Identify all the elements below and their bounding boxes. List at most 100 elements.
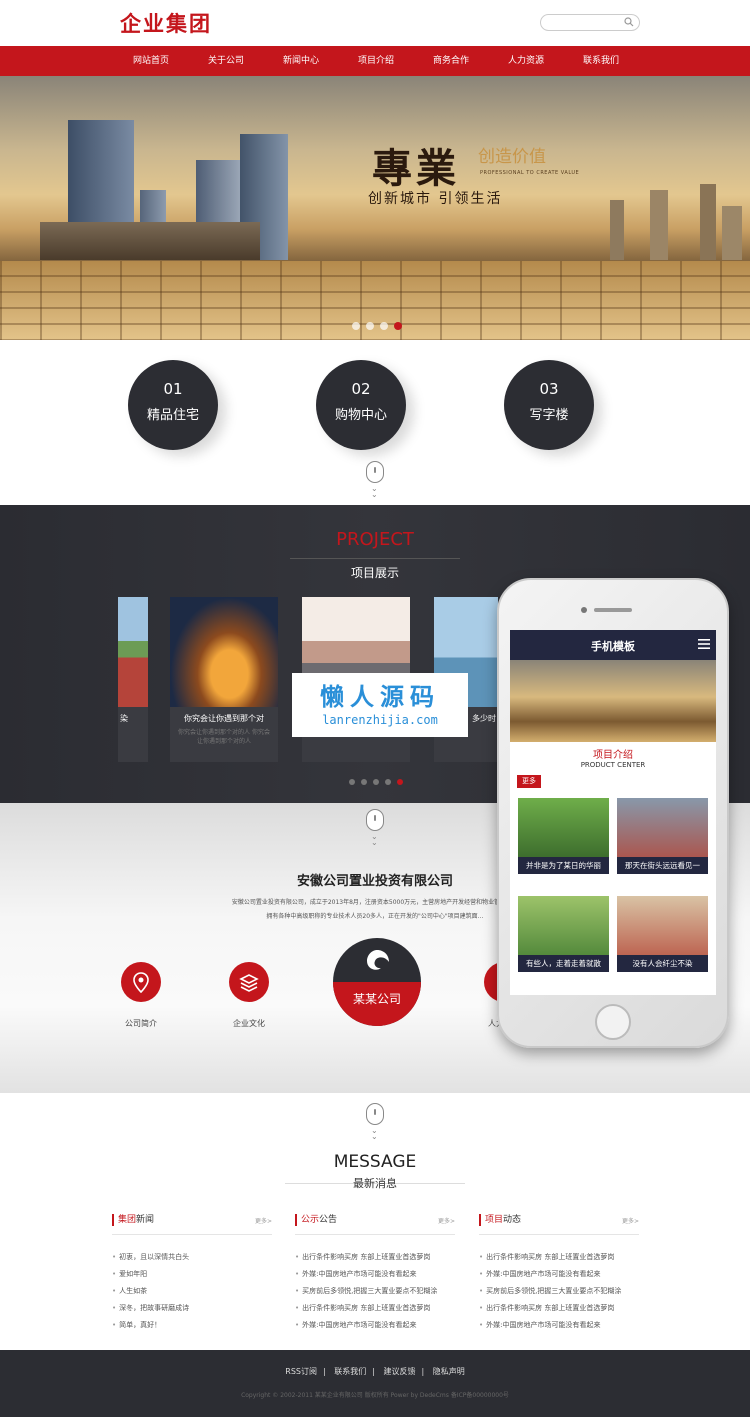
phone-section-subtitle: PRODUCT CENTER xyxy=(580,761,646,769)
phone-section-title: 项目介绍 xyxy=(593,750,633,761)
footer-link-contact[interactable]: 联系我们 xyxy=(334,1367,366,1376)
project-card-title: 染 xyxy=(120,714,128,723)
more-link[interactable]: 更多> xyxy=(255,1216,272,1225)
phone-mockup: 手机模板 项目介绍 PRODUCT CENTER 更多 并非是为了某日的华丽 那… xyxy=(497,578,729,1048)
column-heading-rest: 公告 xyxy=(319,1215,338,1225)
feature-office[interactable]: 03 写字楼 xyxy=(504,360,594,450)
slider-dot-active[interactable] xyxy=(394,322,402,330)
message-title-cn: 最新消息 xyxy=(353,1177,397,1190)
list-item[interactable]: 出行条件影响买房 东部上班置业首选萝岗 xyxy=(479,1249,639,1266)
list-item[interactable]: 人生如茶 xyxy=(112,1283,272,1300)
footer-link-feedback[interactable]: 建议反馈 xyxy=(383,1367,415,1376)
tile-caption: 那天在街头远远看见一 xyxy=(617,857,708,874)
banner-slogan-en: PROFESSIONAL TO CREATE VALUE xyxy=(480,170,580,176)
carousel-dot[interactable] xyxy=(373,779,379,785)
more-link[interactable]: 更多> xyxy=(438,1216,455,1225)
phone-project-tile[interactable]: 有些人，走着走着就散 xyxy=(518,896,609,972)
nav-item-home[interactable]: 网站首页 xyxy=(121,46,181,76)
banner-building-image xyxy=(650,190,668,260)
feature-number: 03 xyxy=(539,380,559,398)
phone-camera xyxy=(581,607,587,613)
divider xyxy=(112,1234,272,1235)
phone-home-button[interactable] xyxy=(595,1004,631,1040)
carousel-dot[interactable] xyxy=(385,779,391,785)
feature-label: 购物中心 xyxy=(334,408,387,423)
location-pin-icon[interactable] xyxy=(121,962,161,1002)
nav-item-projects[interactable]: 项目介绍 xyxy=(346,46,406,76)
slider-dot[interactable] xyxy=(366,322,374,330)
list-item[interactable]: 初衷，且以深情共白头 xyxy=(112,1249,272,1266)
message-title-en: MESSAGE xyxy=(333,1152,417,1172)
swirl-logo-icon xyxy=(367,950,389,970)
scroll-mouse-icon[interactable] xyxy=(366,809,384,831)
feature-residential[interactable]: 01 精品住宅 xyxy=(128,360,218,450)
nav-item-about[interactable]: 关于公司 xyxy=(196,46,256,76)
about-text: 安徽公司置业投资有限公司，成立于2013年8月，注册资本5000万元，主营房地产… xyxy=(231,899,519,920)
company-emblem[interactable]: 某某公司 xyxy=(333,938,421,1026)
footer-link-privacy[interactable]: 隐私声明 xyxy=(433,1367,465,1376)
news-column-group: 集团新闻 更多> 初衷，且以深情共白头 爱如年阳 人生如茶 深冬，把故事研磨成诗… xyxy=(112,1214,272,1334)
nav-item-business[interactable]: 商务合作 xyxy=(421,46,481,76)
list-item[interactable]: 出行条件影响买房 东部上班置业首选萝岗 xyxy=(295,1249,455,1266)
list-item[interactable]: 出行条件影响买房 东部上班置业首选萝岗 xyxy=(295,1300,455,1317)
menu-icon[interactable] xyxy=(698,638,710,650)
list-item[interactable]: 爱如年阳 xyxy=(112,1266,272,1283)
search-input[interactable] xyxy=(540,14,640,31)
column-heading: 集团新闻 xyxy=(112,1214,272,1226)
project-card[interactable]: 染 xyxy=(118,597,148,762)
notice-list: 出行条件影响买房 东部上班置业首选萝岗 外媒:中国房地产市场可能没有看起来 买房… xyxy=(295,1249,455,1334)
phone-banner-image xyxy=(510,660,716,742)
feature-label: 精品住宅 xyxy=(146,408,199,423)
company-name: 某某公司 xyxy=(352,992,401,1006)
list-item[interactable]: 简单，真好！ xyxy=(112,1317,272,1334)
list-item[interactable]: 深冬，把故事研磨成诗 xyxy=(112,1300,272,1317)
project-card[interactable]: 你究会让你遇到那个对 你究会让你遇到那个对的人 你究会让你遇到那个对的人 xyxy=(170,597,278,762)
watermark-url: lanrenzhijia.com xyxy=(322,713,438,727)
layers-icon[interactable] xyxy=(229,962,269,1002)
scroll-mouse-icon[interactable] xyxy=(366,1103,384,1125)
list-item[interactable]: 外媒:中国房地产市场可能没有看起来 xyxy=(295,1317,455,1334)
nav-item-contact[interactable]: 联系我们 xyxy=(571,46,631,76)
phone-project-tile[interactable]: 那天在街头远远看见一 xyxy=(617,798,708,874)
footer-links: RSS订阅 | 联系我们 | 建议反馈 | 隐私声明 xyxy=(285,1367,465,1376)
chevron-down-icon: ⌄ ⌄ xyxy=(371,832,378,847)
list-item[interactable]: 外媒:中国房地产市场可能没有看起来 xyxy=(479,1266,639,1283)
nav-item-hr[interactable]: 人力资源 xyxy=(496,46,556,76)
divider xyxy=(479,1234,639,1235)
carousel-dot[interactable] xyxy=(349,779,355,785)
list-item[interactable]: 出行条件影响买房 东部上班置业首选萝岗 xyxy=(479,1300,639,1317)
column-heading-highlight: 项目 xyxy=(485,1215,504,1225)
slider-dot[interactable] xyxy=(352,322,360,330)
project-card-image xyxy=(118,597,148,707)
banner-building-image xyxy=(610,200,624,260)
column-heading: 项目动态 xyxy=(479,1214,639,1226)
about-item-label[interactable]: 企业文化 xyxy=(209,1018,289,1029)
phone-title: 手机模板 xyxy=(591,640,635,653)
site-logo[interactable]: 企业集团 xyxy=(120,8,212,38)
phone-project-tile[interactable]: 没有人会纤尘不染 xyxy=(617,896,708,972)
banner-building-image xyxy=(722,206,742,260)
chevron-down-icon: ⌄ ⌄ xyxy=(371,1126,378,1141)
column-heading-rest: 动态 xyxy=(503,1215,522,1225)
phone-screen: 手机模板 项目介绍 PRODUCT CENTER 更多 并非是为了某日的华丽 那… xyxy=(510,630,716,995)
slider-dot[interactable] xyxy=(380,322,388,330)
footer-link-rss[interactable]: RSS订阅 xyxy=(285,1367,317,1376)
feature-shopping-center[interactable]: 02 购物中心 xyxy=(316,360,406,450)
search-icon[interactable] xyxy=(624,17,634,27)
about-item-label[interactable]: 公司简介 xyxy=(101,1018,181,1029)
list-item[interactable]: 买房前后多领悦,把握三大置业要点不犯糊涂 xyxy=(479,1283,639,1300)
phone-project-tile[interactable]: 并非是为了某日的华丽 xyxy=(518,798,609,874)
nav-item-news[interactable]: 新闻中心 xyxy=(271,46,331,76)
project-card-image xyxy=(170,597,278,707)
list-item[interactable]: 外媒:中国房地产市场可能没有看起来 xyxy=(295,1266,455,1283)
scroll-mouse-icon[interactable] xyxy=(366,461,384,483)
list-item[interactable]: 外媒:中国房地产市场可能没有看起来 xyxy=(479,1317,639,1334)
watermark-title: 懒人源码 xyxy=(320,683,440,711)
tile-caption: 没有人会纤尘不染 xyxy=(617,955,708,972)
more-link[interactable]: 更多> xyxy=(622,1216,639,1225)
list-item[interactable]: 买房前后多领悦,把握三大置业要点不犯糊涂 xyxy=(295,1283,455,1300)
carousel-dot[interactable] xyxy=(361,779,367,785)
phone-more-button[interactable]: 更多 xyxy=(517,775,541,788)
carousel-dot-active[interactable] xyxy=(397,779,403,785)
footer xyxy=(0,1350,750,1417)
